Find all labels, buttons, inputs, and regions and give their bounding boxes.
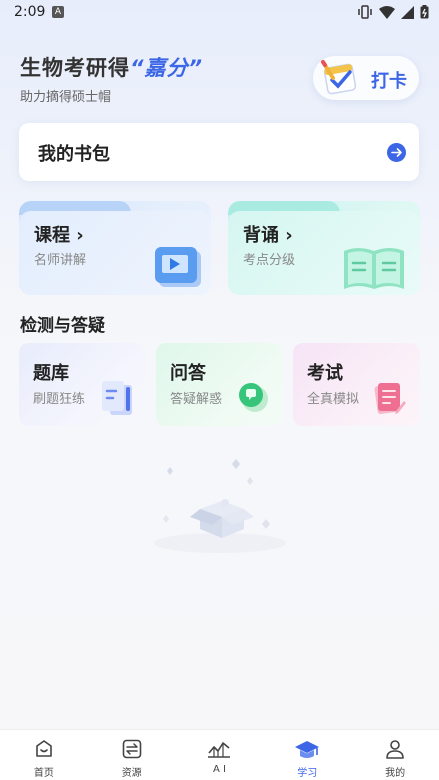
- exam-subtitle: 全真模拟: [307, 392, 360, 407]
- calendar-check-icon: [321, 60, 357, 95]
- nav-profile-label: 我的: [385, 768, 406, 779]
- section-title: 检测与答疑: [20, 316, 105, 336]
- arrow-right-icon: [387, 143, 406, 162]
- signal-icon: [401, 5, 414, 19]
- nav-ai-label: A I: [213, 764, 226, 775]
- question-bank-card[interactable]: 题库 刷题狂练: [19, 343, 146, 426]
- nav-resources[interactable]: 资源: [88, 730, 176, 780]
- exam-card[interactable]: 考试 全真模拟: [293, 343, 420, 426]
- empty-box-icon: [154, 459, 286, 553]
- recite-title: 背诵 ›: [243, 225, 293, 246]
- exam-title: 考试: [307, 363, 343, 384]
- exchange-icon: [122, 739, 141, 759]
- nav-study[interactable]: 学习: [263, 730, 351, 780]
- qa-subtitle: 答疑解惑: [170, 392, 223, 407]
- my-bag-label: 我的书包: [38, 144, 110, 165]
- course-card[interactable]: 课程 › 名师讲解: [19, 201, 211, 295]
- home-icon: [36, 740, 52, 757]
- nav-home-label: 首页: [33, 768, 54, 779]
- chat-bubble-icon: [239, 383, 268, 412]
- bottom-nav: 首页 资源 A I 学习 我的: [0, 729, 439, 780]
- recite-subtitle: 考点分级: [243, 253, 296, 268]
- status-bar: 2:09 A: [0, 0, 439, 26]
- page-subtitle: 助力摘得硕士帽: [20, 90, 112, 105]
- question-bank-subtitle: 刷题狂练: [33, 392, 86, 407]
- wifi-icon: [379, 5, 395, 19]
- recite-card[interactable]: 背诵 › 考点分级: [228, 201, 420, 295]
- video-play-icon: [155, 247, 201, 287]
- nav-home[interactable]: 首页: [0, 730, 88, 780]
- checkin-button[interactable]: 打卡: [313, 56, 419, 100]
- vibrate-icon: [358, 5, 372, 19]
- status-icons: [357, 5, 429, 19]
- page-title: 生物考研得“嘉分”: [20, 52, 203, 82]
- qa-card[interactable]: 问答 答疑解惑: [156, 343, 283, 426]
- battery-icon: [420, 5, 429, 19]
- nav-ai[interactable]: A I: [176, 730, 264, 780]
- nav-resources-label: 资源: [121, 768, 142, 779]
- checkin-label: 打卡: [371, 71, 407, 92]
- notification-icon: A: [52, 6, 64, 18]
- course-title: 课程 ›: [34, 225, 84, 246]
- qa-title: 问答: [170, 363, 206, 384]
- exam-paper-pen-icon: [374, 383, 406, 415]
- course-subtitle: 名师讲解: [34, 253, 87, 268]
- nav-study-label: 学习: [297, 768, 318, 779]
- open-book-icon: [344, 248, 404, 289]
- user-icon: [386, 740, 404, 759]
- status-time: 2:09: [14, 4, 46, 20]
- question-bank-title: 题库: [33, 363, 69, 384]
- graduation-cap-icon: [295, 741, 320, 758]
- title-prefix: 生物考研得: [20, 56, 130, 80]
- question-sheet-icon: [102, 381, 132, 415]
- title-accent: “嘉分”: [130, 56, 204, 80]
- ai-chart-icon: [208, 742, 231, 758]
- nav-profile[interactable]: 我的: [351, 730, 439, 780]
- my-bag-card[interactable]: 我的书包: [19, 123, 419, 181]
